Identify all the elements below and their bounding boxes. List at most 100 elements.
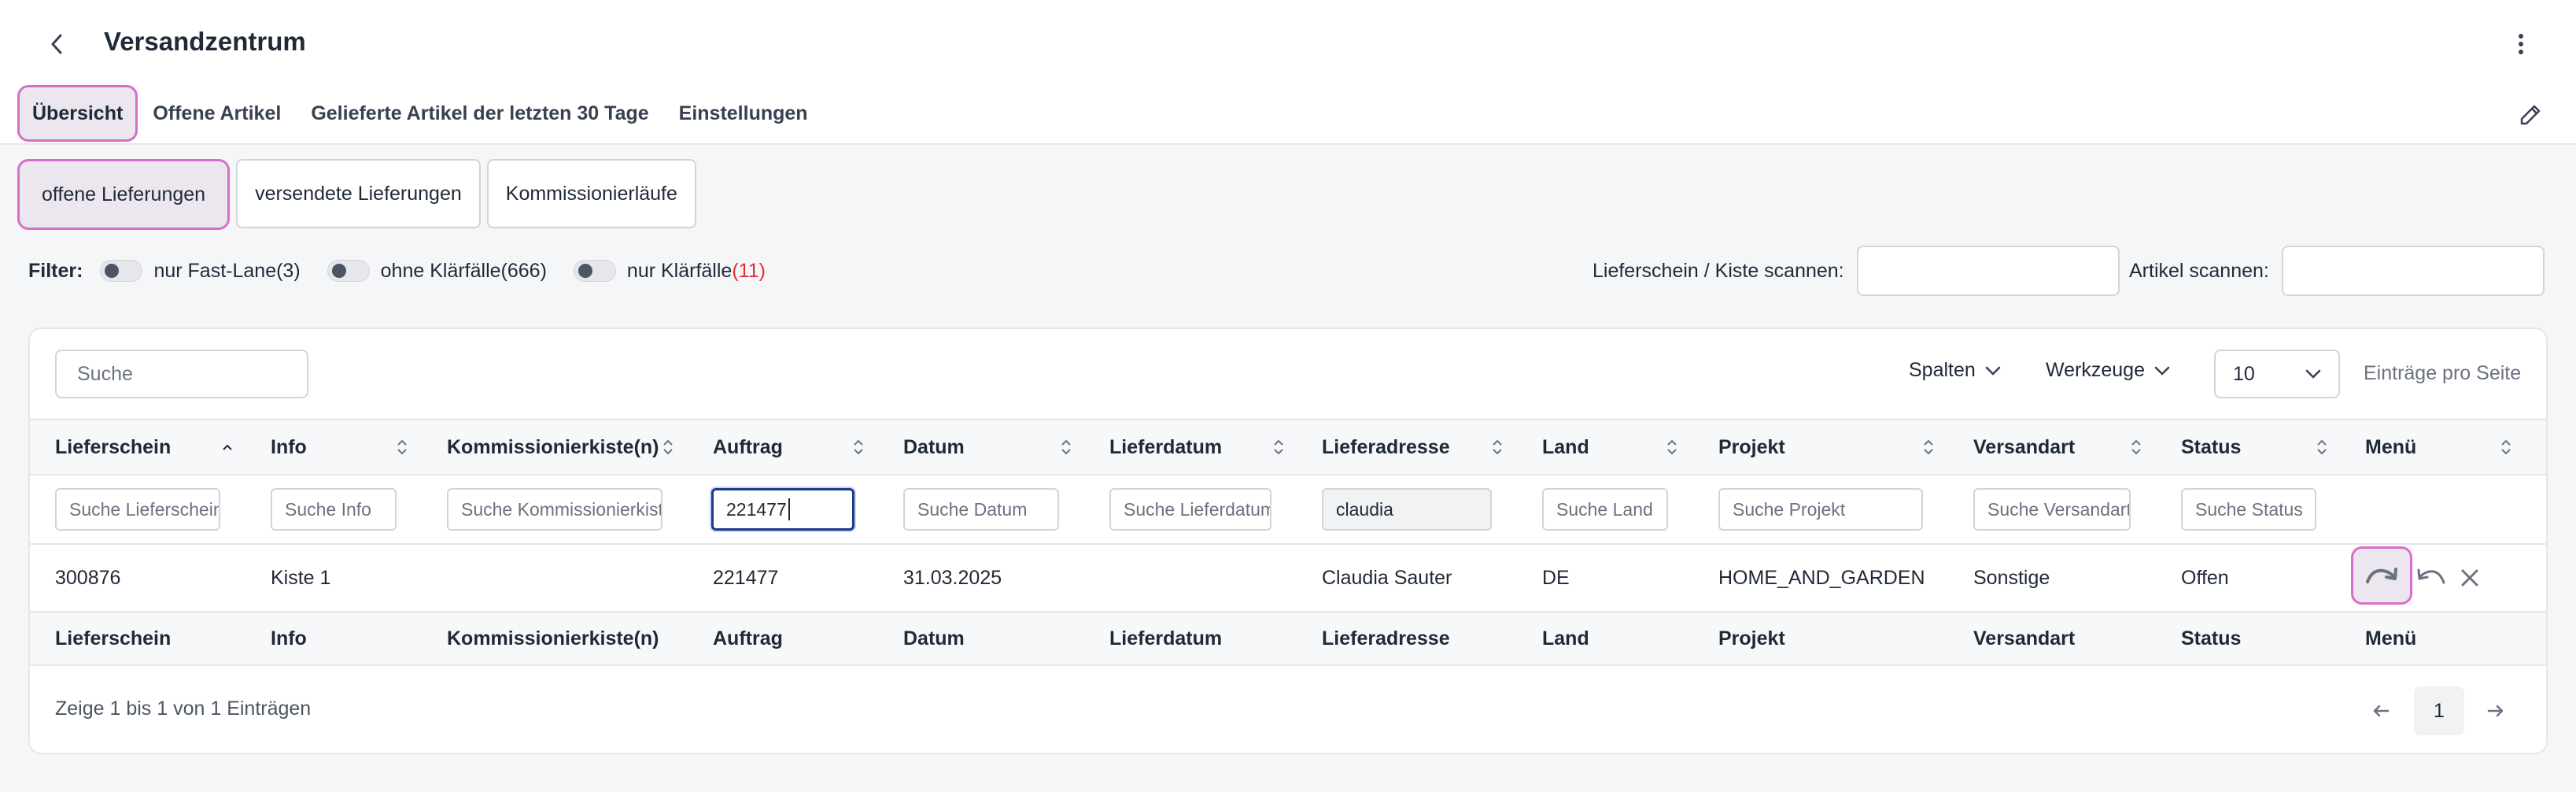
article-scan-input[interactable]	[2281, 246, 2545, 296]
filter-input-lieferdatum[interactable]: Suche Lieferdatum	[1109, 488, 1271, 531]
toggle-nur-klaerfaelle[interactable]	[573, 260, 616, 282]
filter-input-auftrag[interactable]: 221477	[711, 488, 854, 531]
page-title: Versandzentrum	[104, 27, 306, 56]
kebab-vertical-icon	[2519, 34, 2523, 54]
columns-label: Spalten	[1909, 359, 1976, 381]
delivery-scan-input[interactable]	[1856, 246, 2120, 296]
app-header: Versandzentrum Übersicht Offene Artikel …	[0, 0, 2576, 145]
col-footer-menu: Menü	[2365, 627, 2417, 650]
col-header-info[interactable]: Info	[271, 420, 307, 474]
klaerfaelle-count: (11)	[732, 259, 766, 282]
col-header-datum[interactable]: Datum	[903, 420, 965, 474]
filter-nur-klaerfaelle-label: nur Klärfälle(11)	[626, 259, 766, 282]
subtab-offene-lieferungen[interactable]: offene Lieferungen	[17, 159, 231, 230]
table-row[interactable]: 300876 Kiste 1 221477 31.03.2025 Claudia…	[30, 543, 2546, 611]
col-header-kommissionierkiste[interactable]: Kommissionierkiste(n)	[447, 420, 659, 474]
table-header-row: Lieferschein Info Kommissionierkiste(n) …	[30, 419, 2546, 474]
col-header-lieferadresse[interactable]: Lieferadresse	[1322, 420, 1450, 474]
col-header-lieferdatum[interactable]: Lieferdatum	[1109, 420, 1222, 474]
next-page-button[interactable]	[2478, 687, 2513, 735]
col-footer-lieferdatum: Lieferdatum	[1109, 627, 1223, 650]
filter-input-info[interactable]: Suche Info	[271, 488, 397, 531]
tools-dropdown[interactable]: Werkzeuge	[2046, 359, 2170, 382]
sort-arrows-icon[interactable]	[1923, 439, 1934, 456]
main-tabs: Übersicht Offene Artikel Gelieferte Arti…	[17, 85, 823, 142]
edit-button[interactable]	[2515, 98, 2546, 132]
undo-button[interactable]	[2414, 559, 2449, 594]
sort-arrows-icon[interactable]	[1666, 439, 1677, 456]
table-search-input[interactable]: Suche	[55, 350, 308, 398]
col-header-menu[interactable]: Menü	[2365, 420, 2416, 474]
delivery-scan-label: Lieferschein / Kiste scannen:	[1592, 259, 1844, 282]
sort-arrows-icon[interactable]	[853, 439, 864, 456]
redo-button[interactable]	[2351, 546, 2412, 605]
page-size-select[interactable]: 10	[2214, 350, 2340, 398]
col-footer-projekt: Projekt	[1718, 627, 1785, 650]
more-options-button[interactable]	[2507, 27, 2535, 61]
tab-offene-artikel[interactable]: Offene Artikel	[138, 85, 296, 142]
subtab-versendete-lieferungen[interactable]: versendete Lieferungen	[236, 159, 481, 228]
sort-arrows-icon[interactable]	[662, 439, 674, 456]
table-filter-row: Suche Lieferschein Suche Info Suche Komm…	[30, 474, 2546, 543]
page-number-button[interactable]: 1	[2414, 687, 2464, 735]
tab-einstellungen[interactable]: Einstellungen	[664, 85, 823, 142]
tab-gelieferte-artikel[interactable]: Gelieferte Artikel der letzten 30 Tage	[296, 85, 663, 142]
filter-input-lieferadresse[interactable]: claudia	[1322, 488, 1492, 531]
sort-arrows-icon[interactable]	[397, 439, 408, 456]
filter-input-kommissionierkiste[interactable]: Suche Kommissionierkiste	[447, 488, 662, 531]
filter-input-datum[interactable]: Suche Datum	[903, 488, 1059, 531]
sort-arrows-icon[interactable]	[1273, 439, 1284, 456]
article-scan-label: Artikel scannen:	[2129, 259, 2269, 282]
table-footer-row: Lieferschein Info Kommissionierkiste(n) …	[30, 611, 2546, 666]
cell-info: Kiste 1	[271, 566, 331, 589]
chevron-down-icon	[1985, 366, 2001, 376]
cell-projekt: HOME_AND_GARDEN	[1718, 566, 1925, 589]
sort-arrows-icon[interactable]	[1061, 439, 1072, 456]
sort-arrows-icon[interactable]	[2131, 439, 2142, 456]
filter-input-lieferschein[interactable]: Suche Lieferschein	[55, 488, 220, 531]
tab-uebersicht[interactable]: Übersicht	[17, 85, 138, 142]
col-header-auftrag[interactable]: Auftrag	[713, 420, 783, 474]
col-footer-versandart: Versandart	[1973, 627, 2076, 650]
filter-label: Filter:	[28, 259, 83, 282]
pencil-icon	[2520, 105, 2541, 125]
col-footer-status: Status	[2181, 627, 2242, 650]
filter-ohne-klaerfaelle-label: ohne Klärfälle(666)	[380, 259, 547, 282]
arrow-right-icon	[2487, 705, 2504, 717]
deliveries-table: Lieferschein Info Kommissionierkiste(n) …	[30, 419, 2546, 666]
filter-input-projekt[interactable]: Suche Projekt	[1718, 488, 1923, 531]
col-header-lieferschein[interactable]: Lieferschein	[55, 420, 171, 474]
col-header-land[interactable]: Land	[1542, 420, 1589, 474]
filter-input-versandart[interactable]: Suche Versandart	[1973, 488, 2131, 531]
columns-dropdown[interactable]: Spalten	[1909, 359, 2001, 382]
col-footer-datum: Datum	[903, 627, 965, 650]
col-footer-auftrag: Auftrag	[713, 627, 783, 650]
table-summary: Zeige 1 bis 1 von 1 Einträgen	[55, 698, 312, 720]
sort-arrows-icon[interactable]	[2316, 439, 2327, 456]
cell-land: DE	[1542, 566, 1570, 589]
col-header-status[interactable]: Status	[2181, 420, 2241, 474]
filter-input-status[interactable]: Suche Status	[2181, 488, 2316, 531]
remove-button[interactable]	[2453, 561, 2486, 595]
filter-input-land[interactable]: Suche Land	[1542, 488, 1668, 531]
sort-arrows-icon[interactable]	[1492, 439, 1503, 456]
chevron-left-icon	[51, 34, 62, 54]
sort-asc-icon[interactable]	[222, 443, 233, 451]
delivery-scan-group: Lieferschein / Kiste scannen:	[1592, 246, 2120, 296]
tools-label: Werkzeuge	[2046, 359, 2145, 381]
toggle-fast-lane[interactable]	[100, 260, 143, 282]
cell-lieferadresse: Claudia Sauter	[1322, 566, 1452, 589]
col-header-projekt[interactable]: Projekt	[1718, 420, 1785, 474]
prev-page-button[interactable]	[2364, 687, 2398, 735]
cell-versandart: Sonstige	[1973, 566, 2050, 589]
delivery-subtabs: offene Lieferungen versendete Lieferunge…	[17, 159, 696, 230]
col-header-versandart[interactable]: Versandart	[1973, 420, 2075, 474]
back-button[interactable]	[41, 24, 72, 65]
toggle-ohne-klaerfaelle[interactable]	[327, 260, 370, 282]
page-size-value: 10	[2233, 362, 2255, 385]
col-footer-kommissionierkiste: Kommissionierkiste(n)	[447, 627, 659, 650]
chevron-down-icon	[2154, 366, 2170, 376]
sort-arrows-icon[interactable]	[2500, 439, 2511, 456]
subtab-kommissionierlaeufe[interactable]: Kommissionierläufe	[486, 159, 696, 228]
chevron-down-icon	[2305, 369, 2321, 379]
